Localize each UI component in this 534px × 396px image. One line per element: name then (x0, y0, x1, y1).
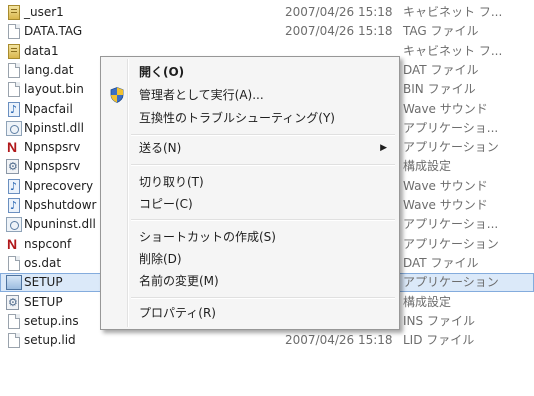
file-name: Npacfail (24, 101, 73, 116)
file-type: 構成設定 (403, 294, 452, 309)
menu-item-properties-label: プロパティ(R) (139, 306, 216, 320)
app-extension-icon (6, 120, 22, 136)
document-icon (8, 333, 20, 349)
menu-item-delete-label: 削除(D) (139, 252, 182, 266)
setup-app-icon (6, 275, 22, 291)
file-name: SETUP (24, 294, 63, 309)
file-type: アプリケーション (403, 275, 499, 290)
menu-item-open-label: 開く(O) (139, 65, 185, 79)
menu-item-create-shortcut-label: ショートカットの作成(S) (139, 230, 276, 244)
file-row[interactable]: _user1 2007/04/26 15:18 キャビネット フ... (0, 3, 534, 22)
menu-separator (131, 297, 395, 299)
file-type: Wave サウンド (403, 101, 488, 116)
file-date: 2007/04/26 15:18 (285, 333, 393, 348)
file-type: DAT ファイル (403, 62, 479, 77)
app-extension-icon (6, 217, 22, 233)
file-name: Npnspsrv (24, 159, 81, 174)
file-type: LID ファイル (403, 333, 475, 348)
file-name: Npnspsrv (24, 140, 81, 155)
file-name: Npshutdowr (24, 198, 97, 212)
file-name: Nprecovery (24, 178, 94, 193)
file-type: TAG ファイル (403, 24, 479, 39)
menu-separator (131, 164, 395, 166)
file-date: 2007/04/26 15:18 (285, 24, 393, 39)
wave-icon (8, 196, 20, 215)
file-row[interactable]: setup.lid 2007/04/26 15:18 LID ファイル (0, 331, 534, 350)
menu-item-copy[interactable]: コピー(C) (103, 193, 397, 215)
document-icon (8, 62, 20, 78)
file-name: lang.dat (24, 62, 74, 77)
file-name: setup.ins (24, 313, 79, 328)
file-type: アプリケーショ... (403, 217, 499, 232)
wave-icon (8, 100, 20, 119)
file-name: nspconf (24, 236, 72, 251)
file-name: layout.bin (24, 82, 84, 97)
file-type: キャビネット フ... (403, 43, 503, 58)
file-type: アプリケーション (403, 236, 499, 251)
uac-shield-icon (110, 87, 124, 103)
menu-item-create-shortcut[interactable]: ショートカットの作成(S) (103, 226, 397, 248)
menu-item-send-to-label: 送る(N) (139, 141, 182, 155)
document-icon (8, 24, 20, 40)
document-icon (8, 313, 20, 329)
file-type: キャビネット フ... (403, 5, 503, 19)
menu-item-send-to[interactable]: 送る(N) ▶ (103, 137, 397, 159)
n-app-icon (6, 138, 20, 157)
file-type: 構成設定 (403, 159, 452, 174)
file-type: INS ファイル (403, 313, 475, 328)
file-type: Wave サウンド (403, 198, 488, 212)
settings-file-icon (6, 157, 19, 176)
file-name: _user1 (24, 5, 64, 19)
submenu-arrow-icon: ▶ (380, 143, 387, 153)
menu-item-run-as-admin[interactable]: 管理者として実行(A)... (103, 84, 397, 106)
file-name: SETUP (24, 275, 63, 290)
menu-item-delete[interactable]: 削除(D) (103, 248, 397, 270)
settings-file-icon (6, 293, 19, 312)
file-type: DAT ファイル (403, 255, 479, 270)
file-type: アプリケーション (403, 140, 499, 155)
document-icon (8, 82, 20, 98)
menu-item-cut[interactable]: 切り取り(T) (103, 171, 397, 193)
file-name: data1 (24, 43, 59, 58)
file-name: os.dat (24, 255, 62, 270)
file-date: 2007/04/26 15:18 (285, 5, 393, 19)
file-type: Wave サウンド (403, 178, 488, 193)
file-name: DATA.TAG (24, 24, 83, 39)
menu-separator (131, 219, 395, 221)
menu-separator (131, 134, 395, 136)
menu-item-troubleshoot-compatibility[interactable]: 互換性のトラブルシューティング(Y) (103, 107, 397, 129)
n-app-icon (6, 235, 20, 254)
wave-icon (8, 177, 20, 196)
file-type: BIN ファイル (403, 82, 476, 97)
menu-item-copy-label: コピー(C) (139, 197, 193, 211)
menu-item-cut-label: 切り取り(T) (139, 175, 204, 189)
menu-item-run-as-admin-label: 管理者として実行(A)... (139, 88, 264, 102)
cabinet-icon (8, 5, 20, 20)
cabinet-icon (8, 43, 20, 59)
document-icon (8, 255, 20, 271)
file-name: Npinstl.dll (24, 120, 84, 135)
menu-item-rename[interactable]: 名前の変更(M) (103, 270, 397, 292)
menu-item-rename-label: 名前の変更(M) (139, 274, 219, 288)
menu-item-open[interactable]: 開く(O) (103, 61, 397, 83)
menu-item-troubleshoot-label: 互換性のトラブルシューティング(Y) (139, 111, 335, 125)
file-row[interactable]: DATA.TAG 2007/04/26 15:18 TAG ファイル (0, 22, 534, 41)
file-type: アプリケーショ... (403, 120, 499, 135)
context-menu: 開く(O) 管理者として実行(A)... 互換性のトラブルシューティング(Y) … (100, 56, 400, 330)
file-name: Npuninst.dll (24, 217, 96, 232)
menu-item-properties[interactable]: プロパティ(R) (103, 302, 397, 324)
file-name: setup.lid (24, 333, 76, 348)
